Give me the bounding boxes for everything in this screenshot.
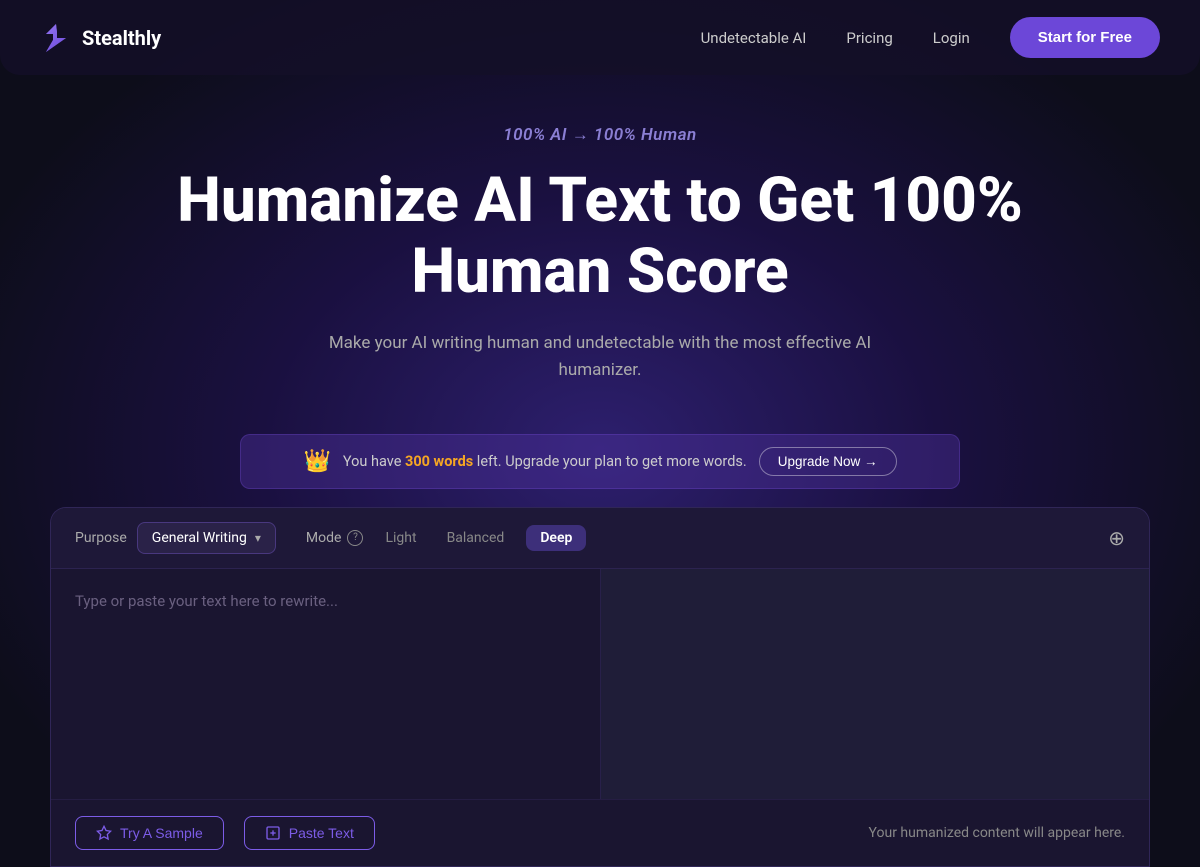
- input-placeholder: Type or paste your text here to rewrite.…: [75, 589, 576, 613]
- upgrade-banner: 👑 You have 300 words left. Upgrade your …: [240, 434, 960, 489]
- compass-icon[interactable]: ⊕: [1108, 526, 1125, 550]
- brand-name: Stealthly: [82, 26, 161, 50]
- nav-undetectable-ai[interactable]: Undetectable AI: [701, 29, 807, 47]
- paste-text-button[interactable]: Paste Text: [244, 816, 375, 850]
- upgrade-now-button[interactable]: Upgrade Now →: [759, 447, 897, 476]
- nav-pricing[interactable]: Pricing: [846, 29, 892, 47]
- editor-actions: Try A Sample Paste Text Your humanized c…: [51, 799, 1149, 866]
- hero-section: 100% AI → 100% Human Humanize AI Text to…: [0, 75, 1200, 434]
- upgrade-text-after: left. Upgrade your plan to get more word…: [477, 453, 747, 470]
- hero-badge: 100% AI → 100% Human: [40, 125, 1160, 145]
- upgrade-text: You have 300 words left. Upgrade your pl…: [343, 453, 747, 470]
- editor-output-panel: [601, 569, 1150, 799]
- nav-login[interactable]: Login: [933, 29, 970, 47]
- logo-icon: [40, 22, 72, 54]
- editor-input-panel[interactable]: Type or paste your text here to rewrite.…: [51, 569, 601, 799]
- mode-light[interactable]: Light: [377, 526, 424, 550]
- navbar: Stealthly Undetectable AI Pricing Login …: [0, 0, 1200, 75]
- mode-selector: Mode ? Light Balanced Deep: [306, 525, 586, 551]
- crown-emoji: 👑: [303, 449, 330, 474]
- logo[interactable]: Stealthly: [40, 22, 161, 54]
- words-count: 300 words: [405, 453, 477, 470]
- upgrade-text-before: You have: [343, 453, 402, 470]
- mode-deep[interactable]: Deep: [526, 525, 586, 551]
- editor-container: Purpose General Writing ▾ Mode ? Light B…: [50, 507, 1150, 867]
- mode-balanced[interactable]: Balanced: [439, 526, 513, 550]
- try-sample-button[interactable]: Try A Sample: [75, 816, 224, 850]
- hero-subtitle: Make your AI writing human and undetecta…: [300, 330, 900, 384]
- editor-toolbar: Purpose General Writing ▾ Mode ? Light B…: [51, 508, 1149, 569]
- purpose-selector: Purpose General Writing ▾: [75, 522, 276, 554]
- editor-panels: Type or paste your text here to rewrite.…: [51, 569, 1149, 799]
- nav-links: Undetectable AI Pricing Login Start for …: [701, 17, 1160, 58]
- output-placeholder-text: Your humanized content will appear here.: [869, 825, 1125, 841]
- purpose-label: Purpose: [75, 530, 127, 546]
- purpose-value: General Writing: [152, 530, 247, 546]
- plus-icon: [265, 825, 281, 841]
- mode-label: Mode ?: [306, 530, 364, 546]
- chevron-down-icon: ▾: [255, 531, 261, 545]
- mode-help-icon[interactable]: ?: [347, 530, 363, 546]
- purpose-dropdown[interactable]: General Writing ▾: [137, 522, 276, 554]
- hero-title: Humanize AI Text to Get 100% Human Score: [150, 165, 1050, 308]
- star-icon: [96, 825, 112, 841]
- start-for-free-button[interactable]: Start for Free: [1010, 17, 1160, 58]
